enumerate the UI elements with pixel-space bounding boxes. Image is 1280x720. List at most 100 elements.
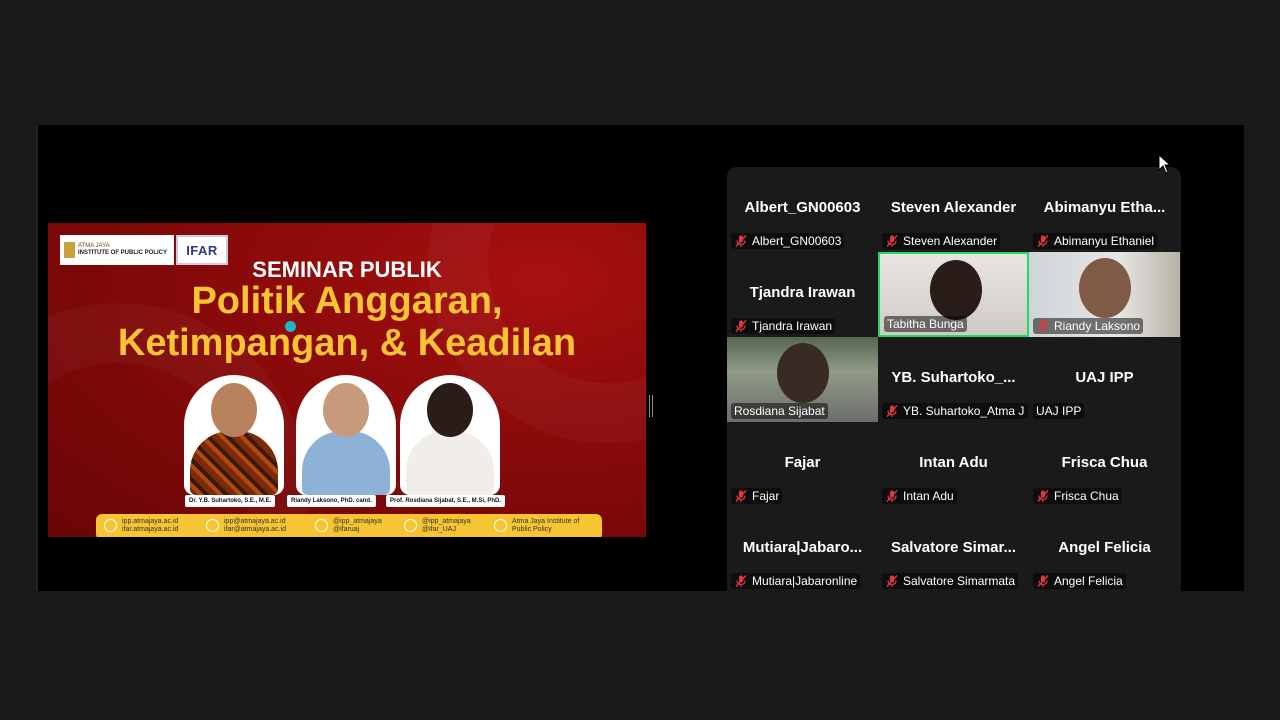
participant-name-text: Tjandra Irawan (752, 319, 833, 333)
participant-name-label: UAJ IPP (1033, 403, 1085, 419)
participant-name-label: Fajar (731, 488, 783, 504)
laser-pointer-dot (285, 321, 296, 332)
mouse-cursor-icon (1158, 154, 1172, 174)
participant-tile[interactable]: UAJ IPP UAJ IPP (1029, 337, 1180, 422)
participant-name-label: Rosdiana Sijabat (731, 403, 828, 419)
participant-name-label: Salvatore Simarmata (882, 573, 1019, 589)
participant-name-text: UAJ IPP (1036, 404, 1082, 418)
headline-line1: Politik Anggaran, (191, 280, 503, 322)
participant-display-name: Intan Adu (919, 454, 988, 471)
muted-mic-icon (1036, 489, 1050, 503)
speaker-photo-riandy (296, 375, 396, 495)
headline-line2: Ketimpangan, & Keadilan (117, 322, 577, 364)
participant-name-text: Abimanyu Ethaniel (1054, 234, 1155, 248)
muted-mic-icon (1036, 319, 1050, 333)
shared-screen-slide[interactable]: ATMA JAYA INSTITUTE OF PUBLIC POLICY IFA… (48, 223, 646, 537)
participant-display-name: Frisca Chua (1061, 454, 1148, 471)
participant-name-label: Tjandra Irawan (731, 318, 836, 334)
contact-website: ipp.atmajaya.ac.id ifar.atmajaya.ac.id (104, 518, 178, 534)
participant-display-name: Steven Alexander (890, 199, 1017, 216)
participant-name-text: YB. Suhartoko_Atma Ja... (903, 404, 1025, 418)
participant-tile[interactable]: Tjandra Irawan Tjandra Irawan (727, 252, 878, 337)
participant-name-label: Frisca Chua (1033, 488, 1122, 504)
participant-display-name: Fajar (784, 454, 821, 471)
participant-name-text: Intan Adu (903, 489, 954, 503)
ipp-logo-mark (64, 242, 75, 258)
participant-display-name: Tjandra Irawan (749, 284, 856, 301)
split-view-resize-handle[interactable] (649, 395, 653, 417)
instagram-icon (404, 519, 417, 532)
participant-name-text: Fajar (752, 489, 780, 503)
participant-tile[interactable]: Rosdiana Sijabat (727, 337, 878, 422)
participant-name-label: Abimanyu Ethaniel (1033, 233, 1158, 249)
participant-name-label: Tabitha Bunga (884, 316, 967, 332)
participant-name-text: Albert_GN00603 (752, 234, 842, 248)
ipp-logo-line2: INSTITUTE OF PUBLIC POLICY (78, 250, 168, 256)
contact-x: @ipp_atmajaya @ifaruaj (315, 518, 382, 534)
participant-video-feed (930, 260, 982, 320)
participant-display-name: Mutiara|Jabaro... (742, 539, 863, 556)
participant-tile[interactable]: Abimanyu Etha... Abimanyu Ethaniel (1029, 167, 1180, 252)
participant-name-text: Tabitha Bunga (887, 317, 964, 331)
participant-name-text: Mutiara|Jabaronline (752, 574, 858, 588)
contact-instagram: @ipp_atmajaya @ifar_UAJ (404, 518, 471, 534)
muted-mic-icon (1036, 234, 1050, 248)
participant-name-label: Intan Adu (882, 488, 957, 504)
participant-display-name: UAJ IPP (1075, 369, 1134, 386)
participant-name-label: Albert_GN00603 (731, 233, 845, 249)
muted-mic-icon (734, 234, 748, 248)
muted-mic-icon (734, 319, 748, 333)
participant-name-text: Riandy Laksono (1054, 319, 1141, 333)
participant-display-name: Albert_GN00603 (744, 199, 861, 216)
participant-name-label: YB. Suhartoko_Atma Ja... (882, 403, 1028, 419)
meeting-window: ATMA JAYA INSTITUTE OF PUBLIC POLICY IFA… (36, 125, 1244, 591)
participant-name-label: Riandy Laksono (1033, 318, 1144, 334)
participant-name-text: Rosdiana Sijabat (734, 404, 825, 418)
participant-tile[interactable]: Salvatore Simar... Salvatore Simarmata (878, 507, 1029, 591)
x-logo-icon (315, 519, 328, 532)
globe-icon (104, 519, 117, 532)
participant-tile[interactable]: Steven Alexander Steven Alexander (878, 167, 1029, 252)
participant-name-label: Angel Felicia (1033, 573, 1126, 589)
contact-linkedin: Atma Jaya Institute of Public Policy (494, 518, 579, 534)
contact-bar: ipp.atmajaya.ac.id ifar.atmajaya.ac.id ip… (96, 514, 602, 537)
participant-gallery: Albert_GN00603 Albert_GN00603 Steven Alexa… (727, 167, 1181, 591)
participant-name-text: Steven Alexander (903, 234, 998, 248)
participant-name-label: Mutiara|Jabaronline (731, 573, 861, 589)
participant-tile[interactable]: Intan Adu Intan Adu (878, 422, 1029, 507)
participant-tile[interactable]: Albert_GN00603 Albert_GN00603 (727, 167, 878, 252)
participant-name-text: Frisca Chua (1054, 489, 1119, 503)
participant-display-name: YB. Suhartoko_... (891, 369, 1016, 386)
participant-display-name: Abimanyu Etha... (1043, 199, 1166, 216)
speaker-photo-rosdiana (400, 375, 500, 495)
muted-mic-icon (1036, 574, 1050, 588)
muted-mic-icon (885, 489, 899, 503)
participant-name-text: Angel Felicia (1054, 574, 1123, 588)
muted-mic-icon (885, 574, 899, 588)
email-icon (206, 519, 219, 532)
speaker-name-label: Riandy Laksono, PhD. cand. (287, 495, 376, 507)
muted-mic-icon (885, 404, 899, 418)
participant-display-name: Salvatore Simar... (890, 539, 1017, 556)
participant-tile[interactable]: Angel Felicia Angel Felicia (1029, 507, 1180, 591)
participant-video-feed (1079, 258, 1131, 318)
participant-tile[interactable]: Fajar Fajar (727, 422, 878, 507)
ipp-logo-line1: ATMA JAYA (78, 243, 110, 249)
participant-tile[interactable]: Frisca Chua Frisca Chua (1029, 422, 1180, 507)
participant-name-text: Salvatore Simarmata (903, 574, 1016, 588)
participant-display-name: Angel Felicia (1058, 539, 1151, 556)
participant-tile[interactable]: Tabitha Bunga (878, 252, 1029, 337)
participant-tile[interactable]: Mutiara|Jabaro... Mutiara|Jabaronline (727, 507, 878, 591)
muted-mic-icon (885, 234, 899, 248)
contact-email: ipp@atmajaya.ac.id ifar@atmajaya.ac.id (206, 518, 286, 534)
participant-video-feed (777, 343, 829, 403)
participant-tile[interactable]: Riandy Laksono (1029, 252, 1180, 337)
speaker-name-label: Prof. Rosdiana Sijabat, S.E., M.Si, PhD. (386, 495, 506, 507)
speaker-name-label: Dr. Y.B. Suhartoko, S.E., M.E. (185, 495, 276, 507)
muted-mic-icon (734, 574, 748, 588)
speaker-photo-suhartoko (184, 375, 284, 495)
participant-name-label: Steven Alexander (882, 233, 1001, 249)
linkedin-icon (494, 519, 507, 532)
participant-tile[interactable]: YB. Suhartoko_... YB. Suhartoko_Atma Ja..… (878, 337, 1029, 422)
muted-mic-icon (734, 489, 748, 503)
